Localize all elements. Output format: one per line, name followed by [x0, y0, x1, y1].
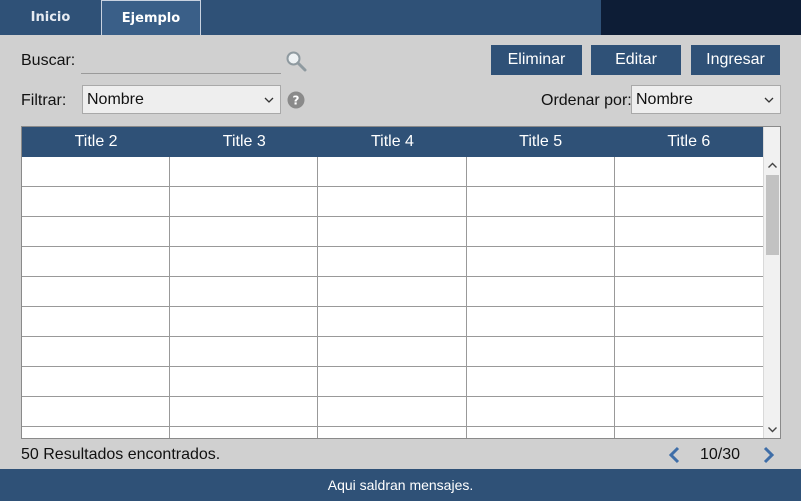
tab-inicio[interactable]: Inicio — [0, 0, 101, 35]
vertical-scrollbar[interactable] — [763, 127, 780, 438]
table-row[interactable] — [22, 217, 763, 247]
table-cell[interactable] — [22, 427, 171, 438]
edit-button[interactable]: Editar — [591, 45, 681, 75]
chevron-right-icon[interactable] — [761, 446, 775, 464]
table-cell[interactable] — [170, 427, 319, 438]
table-cell[interactable] — [467, 157, 615, 186]
page-indicator: 10/30 — [700, 446, 741, 463]
table-row[interactable] — [22, 367, 763, 397]
sort-select[interactable]: Nombre — [631, 85, 781, 114]
tab-bar-filler — [601, 0, 801, 35]
table-cell[interactable] — [467, 337, 615, 366]
search-input[interactable] — [81, 50, 281, 72]
table-cell[interactable] — [615, 247, 763, 276]
chevron-down-icon — [264, 97, 274, 103]
table-cell[interactable] — [467, 247, 615, 276]
table-cell[interactable] — [170, 337, 319, 366]
table-cell[interactable] — [318, 367, 467, 396]
sort-label: Ordenar por: — [541, 92, 632, 109]
table-cell[interactable] — [22, 337, 171, 366]
scroll-up-icon[interactable] — [764, 157, 781, 174]
table-header: Title 2 Title 3 Title 4 Title 5 Title 6 — [22, 127, 763, 157]
table-cell[interactable] — [170, 247, 319, 276]
filter-select-value: Nombre — [87, 90, 144, 108]
table-cell[interactable] — [615, 427, 763, 438]
column-header[interactable]: Title 6 — [615, 127, 763, 157]
table-cell[interactable] — [467, 367, 615, 396]
table-cell[interactable] — [22, 367, 171, 396]
table-row[interactable] — [22, 277, 763, 307]
data-table: Title 2 Title 3 Title 4 Title 5 Title 6 — [21, 126, 781, 439]
table-cell[interactable] — [318, 157, 467, 186]
column-header[interactable]: Title 2 — [22, 127, 170, 157]
table-cell[interactable] — [615, 367, 763, 396]
table-cell[interactable] — [22, 157, 171, 186]
search-icon[interactable] — [285, 50, 307, 72]
table-cell[interactable] — [467, 277, 615, 306]
column-header[interactable]: Title 3 — [170, 127, 318, 157]
table-cell[interactable] — [318, 427, 467, 438]
table-cell[interactable] — [22, 397, 171, 426]
column-header[interactable]: Title 4 — [318, 127, 466, 157]
table-row[interactable] — [22, 427, 763, 438]
table-cell[interactable] — [615, 187, 763, 216]
table-cell[interactable] — [170, 187, 319, 216]
table-cell[interactable] — [467, 397, 615, 426]
scroll-thumb[interactable] — [766, 175, 779, 255]
table-cell[interactable] — [318, 307, 467, 336]
table-cell[interactable] — [170, 307, 319, 336]
table-cell[interactable] — [615, 217, 763, 246]
delete-button[interactable]: Eliminar — [491, 45, 582, 75]
search-label: Buscar: — [21, 52, 76, 69]
table-cell[interactable] — [318, 187, 467, 216]
table-cell[interactable] — [318, 217, 467, 246]
table-cell[interactable] — [170, 157, 319, 186]
table-cell[interactable] — [615, 337, 763, 366]
table-cell[interactable] — [615, 157, 763, 186]
table-cell[interactable] — [615, 307, 763, 336]
scroll-down-icon[interactable] — [764, 421, 781, 438]
table-row[interactable] — [22, 157, 763, 187]
table-cell[interactable] — [22, 307, 171, 336]
table-row[interactable] — [22, 247, 763, 277]
filter-select[interactable]: Nombre — [82, 85, 281, 114]
column-header[interactable]: Title 5 — [467, 127, 615, 157]
table-cell[interactable] — [467, 187, 615, 216]
status-message: Aqui saldran mensajes. — [327, 477, 474, 493]
table-cell[interactable] — [318, 337, 467, 366]
table-body — [22, 157, 763, 438]
table-cell[interactable] — [615, 277, 763, 306]
table-row[interactable] — [22, 397, 763, 427]
table-row[interactable] — [22, 337, 763, 367]
table-row[interactable] — [22, 307, 763, 337]
table-cell[interactable] — [318, 277, 467, 306]
chevron-left-icon[interactable] — [668, 446, 682, 464]
table-cell[interactable] — [170, 277, 319, 306]
table-cell[interactable] — [22, 247, 171, 276]
table-cell[interactable] — [22, 187, 171, 216]
table-cell[interactable] — [467, 217, 615, 246]
chevron-down-icon — [764, 97, 774, 103]
results-count: 50 Resultados encontrados. — [21, 446, 221, 463]
svg-text:?: ? — [293, 94, 300, 108]
table-row[interactable] — [22, 187, 763, 217]
insert-button[interactable]: Ingresar — [691, 45, 780, 75]
status-bar: Aqui saldran mensajes. — [0, 469, 801, 501]
table-cell[interactable] — [170, 367, 319, 396]
tab-bar: Inicio Ejemplo — [0, 0, 801, 35]
table-cell[interactable] — [318, 397, 467, 426]
tab-ejemplo[interactable]: Ejemplo — [101, 0, 201, 35]
search-underline — [81, 73, 281, 74]
table-cell[interactable] — [615, 397, 763, 426]
table-cell[interactable] — [170, 397, 319, 426]
table-cell[interactable] — [22, 277, 171, 306]
table-cell[interactable] — [170, 217, 319, 246]
table-cell[interactable] — [22, 217, 171, 246]
sort-select-value: Nombre — [636, 90, 693, 108]
table-cell[interactable] — [467, 427, 615, 438]
filter-label: Filtrar: — [21, 92, 67, 109]
table-cell[interactable] — [318, 247, 467, 276]
table-cell[interactable] — [467, 307, 615, 336]
help-icon[interactable]: ? — [287, 91, 305, 109]
